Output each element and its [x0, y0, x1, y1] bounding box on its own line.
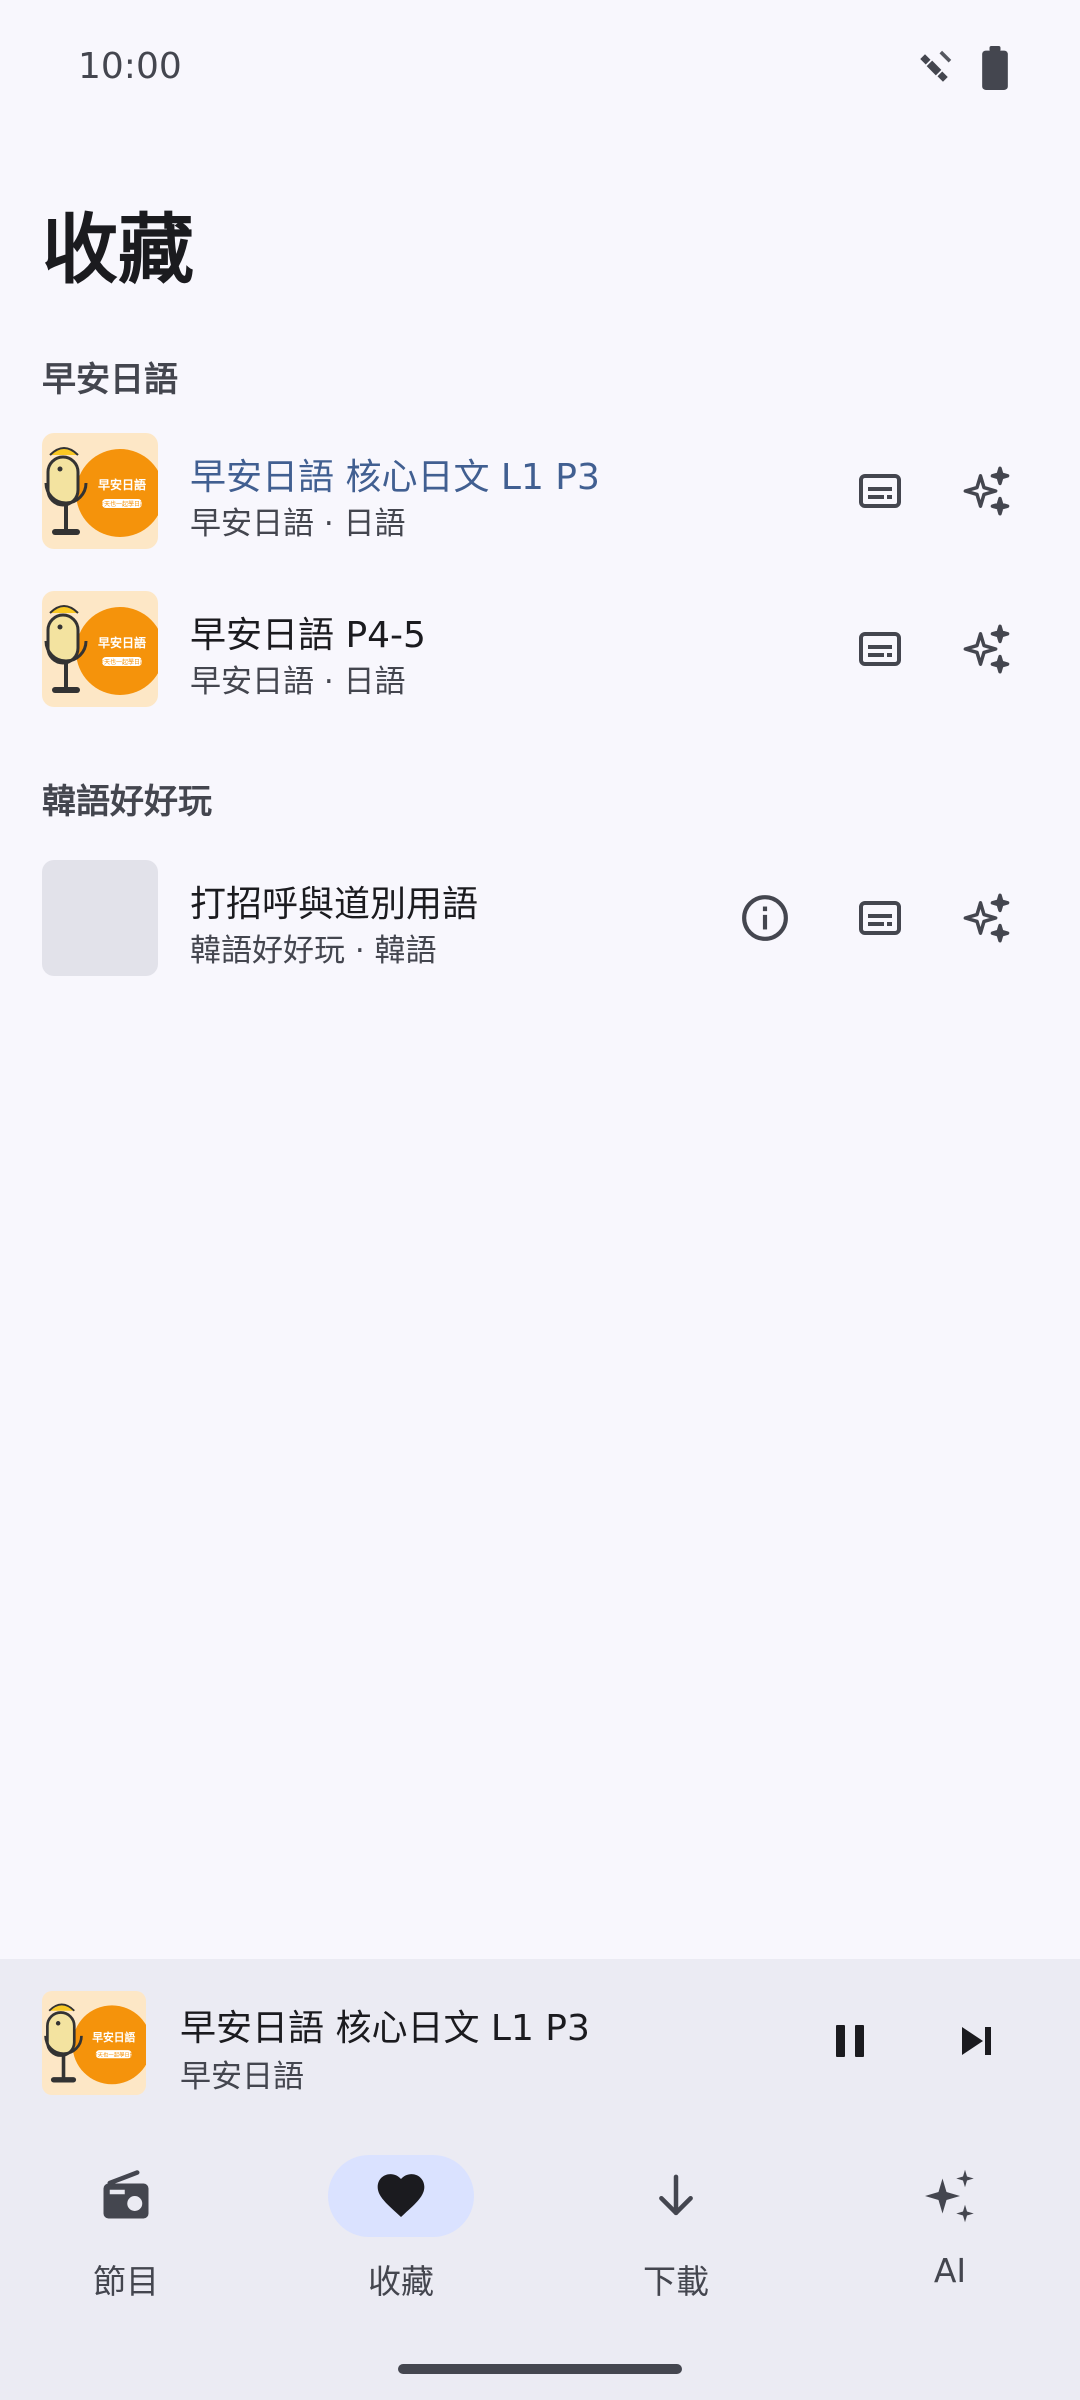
- nav-item-downloads[interactable]: 下載: [528, 2155, 798, 2315]
- nav-label: 節目: [93, 2262, 159, 2301]
- ai-button[interactable]: [955, 886, 1019, 950]
- page-title: 收藏: [42, 205, 194, 294]
- cover-title: 早安日語: [98, 635, 146, 650]
- subtitles-icon: [859, 632, 901, 666]
- skip-next-button[interactable]: [944, 2009, 1008, 2073]
- download-icon: [659, 2174, 693, 2216]
- cover-title: 早安日語: [98, 477, 146, 492]
- nav-pill: [53, 2155, 199, 2237]
- status-bar: 10:00: [0, 0, 1080, 134]
- transcript-button[interactable]: [848, 459, 912, 523]
- battery-icon: [978, 46, 1012, 90]
- home-indicator[interactable]: [398, 2364, 682, 2374]
- nav-pill: [877, 2155, 1023, 2237]
- sparkles-icon: [925, 2169, 974, 2223]
- nav-pill: [603, 2155, 749, 2237]
- pause-icon: [836, 2025, 864, 2057]
- now-playing-title: 早安日語 核心日文 L1 P3: [180, 2008, 590, 2049]
- status-time: 10:00: [78, 46, 182, 87]
- nav-label: AI: [933, 2251, 967, 2290]
- item-subtitle: 早安日語 · 日語: [190, 664, 406, 700]
- ai-button[interactable]: [955, 617, 1019, 681]
- list-item[interactable]: 早安日語 今天也一起學日語 早安日語 核心日文 L1 P3 早安日語 · 日語: [0, 426, 1080, 556]
- sparkles-icon: [963, 466, 1010, 516]
- podcast-cover-image: 早安日語 今天也一起學日語: [42, 1991, 146, 2095]
- transcript-button[interactable]: [848, 617, 912, 681]
- satellite-icon: [912, 46, 956, 90]
- nav-item-favorites[interactable]: 收藏: [253, 2155, 523, 2315]
- item-subtitle: 早安日語 · 日語: [190, 506, 406, 542]
- cover-subtitle: 今天也一起學日語: [98, 500, 146, 508]
- nav-pill-active: [328, 2155, 474, 2237]
- ai-button[interactable]: [955, 459, 1019, 523]
- transcript-button[interactable]: [848, 886, 912, 950]
- sparkles-icon: [963, 893, 1010, 943]
- placeholder-image: [42, 860, 158, 976]
- section-header: 早安日語: [42, 360, 178, 400]
- item-title: 早安日語 P4-5: [190, 615, 426, 656]
- heart-icon: [377, 2174, 425, 2217]
- subtitles-icon: [859, 474, 901, 508]
- pause-button[interactable]: [818, 2009, 882, 2073]
- radio-icon: [103, 2170, 149, 2219]
- nav-item-ai[interactable]: AI: [802, 2155, 1072, 2315]
- item-title: 打招呼與道別用語: [190, 884, 479, 925]
- list-item[interactable]: 早安日語 今天也一起學日語 早安日語 P4-5 早安日語 · 日語: [0, 584, 1080, 714]
- item-subtitle: 韓語好好玩 · 韓語: [190, 933, 437, 969]
- skip-next-icon: [962, 2027, 991, 2055]
- bottom-navigation: 節目 收藏 下載 AI: [0, 2123, 1080, 2400]
- cover-subtitle: 今天也一起學日語: [92, 2050, 136, 2058]
- mini-player[interactable]: 早安日語 今天也一起學日語 早安日語 核心日文 L1 P3 早安日語: [0, 1959, 1080, 2123]
- cover-subtitle: 今天也一起學日語: [98, 658, 146, 666]
- info-icon: [742, 895, 788, 941]
- nav-label: 收藏: [368, 2262, 434, 2301]
- item-title: 早安日語 核心日文 L1 P3: [190, 457, 600, 498]
- section-header: 韓語好好玩: [42, 782, 212, 822]
- podcast-cover-image: 早安日語 今天也一起學日語: [42, 433, 158, 549]
- subtitles-icon: [859, 901, 901, 935]
- nav-label: 下載: [643, 2262, 709, 2301]
- sparkles-icon: [963, 624, 1010, 674]
- list-item[interactable]: 打招呼與道別用語 韓語好好玩 · 韓語: [0, 853, 1080, 983]
- nav-item-programs[interactable]: 節目: [0, 2155, 248, 2315]
- info-button[interactable]: [733, 886, 797, 950]
- cover-title: 早安日語: [92, 2031, 135, 2044]
- podcast-cover-image: 早安日語 今天也一起學日語: [42, 591, 158, 707]
- now-playing-artist: 早安日語: [180, 2059, 304, 2095]
